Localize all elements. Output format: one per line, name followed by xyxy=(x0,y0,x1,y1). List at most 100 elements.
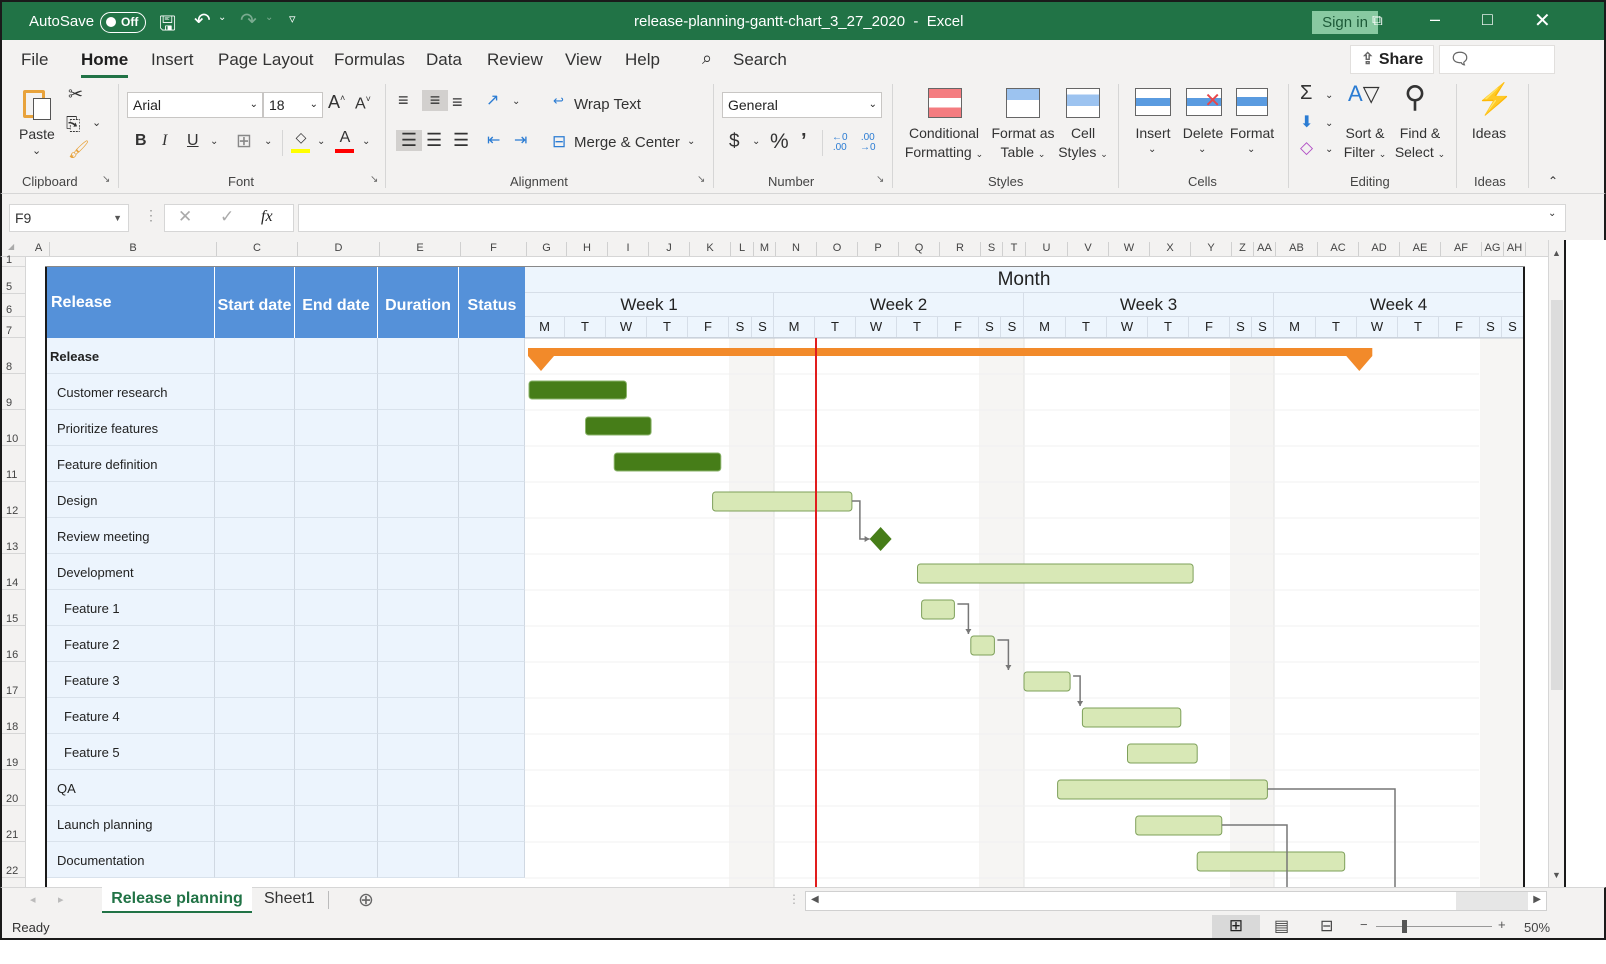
tab-help[interactable]: Help xyxy=(625,50,660,70)
row-header[interactable]: 15 xyxy=(6,613,18,625)
copy-dropdown-icon[interactable]: ⌄ xyxy=(92,116,101,129)
expand-formula-bar-icon[interactable]: ⌄ xyxy=(1548,208,1556,219)
conditional-formatting-button[interactable]: Conditional Formatting ⌄ xyxy=(902,124,986,164)
fill-color-icon[interactable]: ◇ xyxy=(291,129,311,153)
tab-view[interactable]: View xyxy=(565,50,602,70)
column-header[interactable]: Y xyxy=(1191,242,1232,256)
column-header[interactable]: W xyxy=(1109,242,1150,256)
chevron-down-icon[interactable]: ⌄ xyxy=(1247,144,1255,155)
column-header[interactable]: C xyxy=(217,242,298,256)
row-header[interactable]: 9 xyxy=(6,397,12,409)
row-header[interactable]: 16 xyxy=(6,649,18,661)
redo-icon[interactable]: ↷ xyxy=(240,8,257,33)
zoom-level[interactable]: 50% xyxy=(1524,920,1550,935)
row-header[interactable]: 6 xyxy=(6,304,12,316)
ribbon-display-options-icon[interactable]: ⧉ xyxy=(1372,12,1383,29)
format-as-table-icon[interactable] xyxy=(1006,88,1040,118)
select-all-icon[interactable]: ◢ xyxy=(8,242,14,251)
column-header[interactable]: A xyxy=(28,242,50,256)
font-color-icon[interactable]: A xyxy=(335,129,355,153)
comma-style-icon[interactable]: ’ xyxy=(801,130,807,153)
cut-icon[interactable]: ✂ xyxy=(68,84,83,105)
conditional-formatting-icon[interactable] xyxy=(928,88,962,118)
zoom-slider[interactable] xyxy=(1376,926,1492,927)
chevron-down-icon[interactable]: ⌄ xyxy=(1148,144,1156,155)
row-header[interactable]: 19 xyxy=(6,757,18,769)
cancel-icon[interactable]: ✕ xyxy=(178,205,192,229)
horizontal-scrollbar[interactable]: ◀ ▶ xyxy=(805,891,1547,911)
bold-icon[interactable]: B xyxy=(135,132,147,150)
format-cells-icon[interactable] xyxy=(1236,88,1268,116)
sort-filter-button[interactable]: Sort & Filter ⌄ xyxy=(1340,124,1390,164)
column-header[interactable]: H xyxy=(567,242,608,256)
increase-decimal-icon[interactable]: ←0.00 xyxy=(832,133,848,153)
column-header[interactable]: AC xyxy=(1318,242,1359,256)
page-break-view-icon[interactable]: ⊟ xyxy=(1320,916,1333,936)
name-box[interactable]: F9 ▼ xyxy=(9,204,129,232)
comments-button[interactable]: 🗨 Comments xyxy=(1439,45,1555,95)
more-options-icon[interactable]: ⋮ xyxy=(144,207,158,224)
decrease-indent-icon[interactable]: ⇤ xyxy=(487,130,500,150)
number-launcher-icon[interactable]: ↘ xyxy=(876,174,884,185)
sort-filter-icon[interactable]: A▽ xyxy=(1348,83,1380,105)
ideas-icon[interactable]: ⚡ xyxy=(1476,82,1513,117)
column-header[interactable]: N xyxy=(776,242,817,256)
prev-sheet-icon[interactable]: ◂ xyxy=(30,893,36,906)
row-header[interactable]: 1 xyxy=(6,254,12,266)
scroll-up-icon[interactable]: ▲ xyxy=(1552,248,1561,258)
font-color-dropdown-icon[interactable]: ⌄ xyxy=(362,136,370,147)
clipboard-launcher-icon[interactable]: ↘ xyxy=(102,174,110,185)
column-header[interactable]: K xyxy=(690,242,731,256)
new-sheet-icon[interactable]: ⊕ xyxy=(358,889,374,912)
italic-icon[interactable]: I xyxy=(162,132,167,150)
tab-insert[interactable]: Insert xyxy=(151,50,194,70)
autosave-toggle[interactable]: Off xyxy=(100,12,146,33)
tab-file[interactable]: File xyxy=(21,50,48,70)
fill-color-dropdown-icon[interactable]: ⌄ xyxy=(317,136,325,147)
column-header[interactable]: I xyxy=(608,242,649,256)
row-header[interactable]: 5 xyxy=(6,281,12,293)
row-header[interactable]: 10 xyxy=(6,433,18,445)
percent-button[interactable]: % xyxy=(770,130,789,154)
sign-in-button[interactable]: Sign in xyxy=(1312,11,1378,34)
column-header[interactable]: L xyxy=(731,242,754,256)
align-bottom-icon[interactable]: ≡ xyxy=(452,92,463,113)
undo-icon[interactable]: ↶ xyxy=(194,8,211,33)
fill-icon[interactable]: ⬇ xyxy=(1300,112,1313,132)
insert-cells-icon[interactable] xyxy=(1135,88,1171,116)
delete-cells-icon[interactable]: ✕ xyxy=(1186,88,1222,116)
currency-dropdown-icon[interactable]: ⌄ xyxy=(752,136,760,147)
column-header[interactable]: T xyxy=(1003,242,1026,256)
cell-styles-icon[interactable] xyxy=(1066,88,1100,118)
decrease-font-size-icon[interactable]: A˅ xyxy=(355,94,371,113)
column-header[interactable]: F xyxy=(461,242,527,256)
tab-page-layout[interactable]: Page Layout xyxy=(218,50,313,70)
row-header[interactable]: 13 xyxy=(6,541,18,553)
ideas-button[interactable]: Ideas xyxy=(1466,124,1512,143)
worksheet[interactable]: Release Start date End date Duration Sta… xyxy=(26,257,1548,887)
row-header[interactable]: 17 xyxy=(6,685,18,697)
format-painter-icon[interactable]: 🖌 xyxy=(68,140,90,160)
column-header[interactable]: AF xyxy=(1441,242,1482,256)
paste-icon[interactable] xyxy=(20,84,56,122)
formula-input[interactable] xyxy=(298,204,1566,232)
decrease-decimal-icon[interactable]: .00 →0 xyxy=(860,133,876,153)
minimize-icon[interactable]: – xyxy=(1430,9,1440,30)
column-header[interactable]: R xyxy=(940,242,981,256)
format-as-table-button[interactable]: Format as Table ⌄ xyxy=(986,124,1060,164)
scroll-right-icon[interactable]: ▶ xyxy=(1533,894,1541,905)
next-sheet-icon[interactable]: ▸ xyxy=(58,893,64,906)
column-header[interactable]: Z xyxy=(1232,242,1254,256)
font-size-select[interactable]: 18 ⌄ xyxy=(263,92,323,118)
column-header[interactable]: P xyxy=(858,242,899,256)
row-header[interactable]: 8 xyxy=(6,361,12,373)
cell-styles-button[interactable]: Cell Styles ⌄ xyxy=(1054,124,1112,164)
split-handle-icon[interactable]: ⋮ xyxy=(788,892,800,906)
column-header[interactable]: V xyxy=(1068,242,1109,256)
column-header[interactable]: AH xyxy=(1504,242,1526,256)
vertical-scrollbar[interactable]: ▲ ▼ xyxy=(1548,240,1566,887)
column-header[interactable]: E xyxy=(380,242,461,256)
tab-home[interactable]: Home xyxy=(81,50,129,78)
column-header[interactable]: AG xyxy=(1482,242,1504,256)
find-select-icon[interactable]: ⚲ xyxy=(1404,80,1426,115)
